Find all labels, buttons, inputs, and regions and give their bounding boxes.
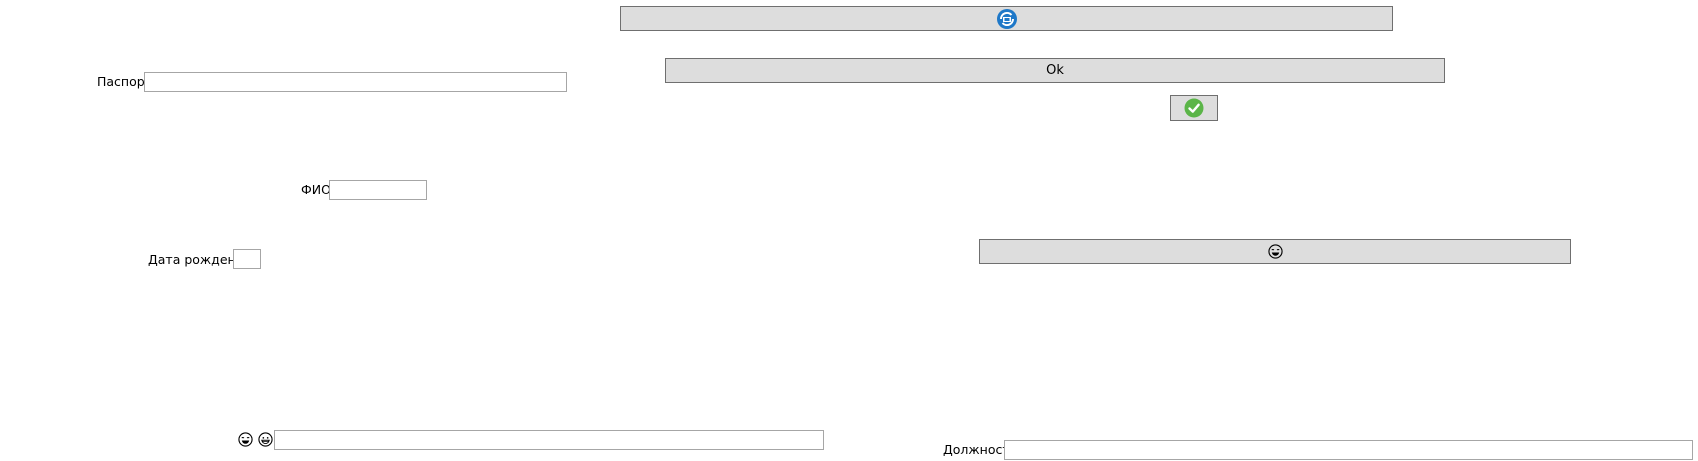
emoji-button[interactable] [979,239,1571,264]
birth-date-input[interactable] [233,249,261,269]
ok-button-label: Ok [1046,63,1064,78]
grinning-face-icon [258,432,273,447]
laughing-face-icon [238,432,253,447]
fio-label: ФИО [301,182,331,197]
passport-input[interactable] [144,72,567,92]
extra-input[interactable] [274,430,824,450]
ok-button[interactable]: Ok [665,58,1445,83]
confirm-button[interactable] [1170,95,1218,121]
refresh-icon [996,8,1017,29]
face-icon [1267,244,1283,259]
position-input[interactable] [1004,440,1693,460]
check-icon [1184,98,1204,118]
refresh-button[interactable] [620,6,1393,31]
fio-input[interactable] [329,180,427,200]
